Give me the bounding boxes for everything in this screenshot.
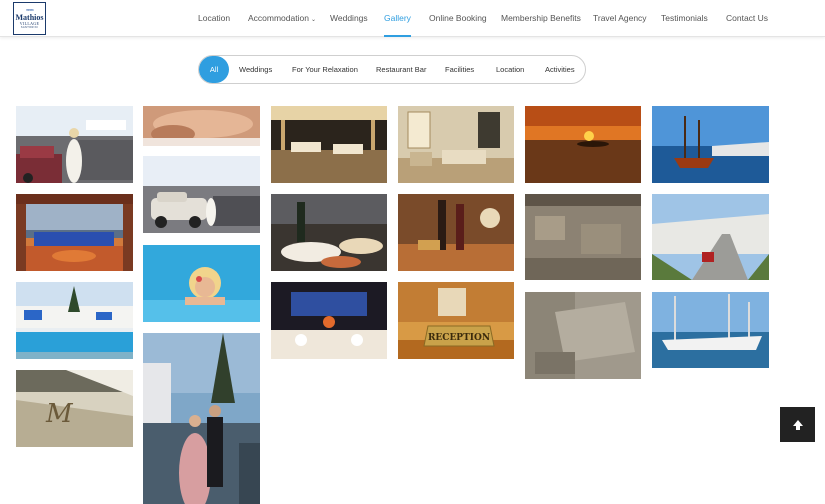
filter-facilities[interactable]: Facilities [445, 56, 474, 83]
nav-location[interactable]: Location [198, 0, 230, 37]
photo-pool [16, 282, 133, 359]
nav-label: Membership Benefits [501, 13, 581, 23]
filter-weddings[interactable]: Weddings [239, 56, 272, 83]
photo-lobby [398, 106, 514, 183]
gallery-photo-buffet-wine[interactable] [271, 194, 387, 271]
photo-hotel-sign: M [16, 370, 133, 447]
photo-catamaran [652, 292, 769, 368]
nav-weddings[interactable]: Weddings [330, 0, 368, 37]
filter-restaurant-bar[interactable]: Restaurant Bar [376, 56, 426, 83]
gallery-photo-dinner-by-pool[interactable] [271, 282, 387, 359]
photo-buffet [271, 194, 387, 271]
photo-excavation [525, 292, 641, 379]
nav-contact-us[interactable]: Contact Us [726, 0, 768, 37]
gallery-photo-massage[interactable] [143, 106, 260, 146]
photo-vintage-car [143, 156, 260, 233]
back-to-top-button[interactable] [780, 407, 815, 442]
logo-tiny: SANTORINI [20, 26, 39, 29]
gallery-photo-wedding-car-bride[interactable] [16, 106, 133, 183]
reception-sign-text: RECEPTION [428, 333, 490, 343]
nav-label: Travel Agency [593, 13, 647, 23]
photo-sunset [525, 106, 641, 183]
nav-label: Gallery [384, 13, 411, 23]
nav-gallery[interactable]: Gallery [384, 0, 411, 37]
nav-label: Accommodation [248, 13, 309, 23]
photo-ruins [525, 194, 641, 280]
photo-reception: RECEPTION [398, 282, 514, 359]
gallery-photo-hotel-sign-logo[interactable]: M [16, 370, 133, 447]
nav-accommodation[interactable]: Accommodation ⌄ [248, 0, 316, 37]
gallery-photo-sunset-terrace[interactable] [16, 194, 133, 271]
gallery-photo-reception[interactable]: RECEPTION [398, 282, 514, 359]
nav-label: Weddings [330, 13, 368, 23]
nav-label: Contact Us [726, 13, 769, 23]
photo-island-road [652, 194, 769, 280]
gallery-photo-woman-in-pool[interactable] [143, 245, 260, 322]
gallery-photo-catamaran[interactable] [652, 292, 769, 368]
photo-couple [143, 333, 260, 504]
gallery-photo-lobby-lounge[interactable] [398, 106, 514, 183]
nav-online-booking[interactable]: Online Booking [429, 0, 487, 37]
top-navbar: ≈≈≈ Mathios VILLAGE SANTORINI Location A… [0, 0, 825, 37]
photo-sunset-terrace [16, 194, 133, 271]
gallery-photo-pool-windmill[interactable] [16, 282, 133, 359]
nav-label: Online Booking [429, 13, 487, 23]
photo-ship [652, 106, 769, 183]
sign-script-text: M [45, 399, 74, 429]
gallery-photo-wine-bottles[interactable] [398, 194, 514, 271]
gallery-photo-island-road-scooter[interactable] [652, 194, 769, 280]
mathios-village-logo[interactable]: ≈≈≈ Mathios VILLAGE SANTORINI [13, 2, 46, 35]
gallery-filter-bar: All Weddings For Your Relaxation Restaur… [198, 55, 586, 84]
gallery-photo-restaurant-terrace-night[interactable] [271, 106, 387, 183]
photo-pool-woman [143, 245, 260, 322]
arrow-up-icon [792, 419, 803, 430]
gallery-photo-sunset-sea[interactable] [525, 106, 641, 183]
nav-testimonials[interactable]: Testimonials [661, 0, 708, 37]
gallery-photo-sailing-ship[interactable] [652, 106, 769, 183]
photo-restaurant-night [271, 106, 387, 183]
gallery-photo-excavation-site[interactable] [525, 292, 641, 379]
nav-travel-agency[interactable]: Travel Agency [593, 0, 647, 37]
filter-location[interactable]: Location [496, 56, 524, 83]
photo-wine [398, 194, 514, 271]
filter-relaxation[interactable]: For Your Relaxation [292, 56, 358, 83]
nav-label: Location [198, 13, 231, 23]
filter-all[interactable]: All [199, 56, 229, 83]
gallery-photo-vintage-car-bride[interactable] [143, 156, 260, 233]
chevron-down-icon: ⌄ [310, 17, 316, 23]
nav-label: Testimonials [661, 13, 708, 23]
gallery-photo-ancient-ruins[interactable] [525, 194, 641, 280]
filter-activities[interactable]: Activities [545, 56, 575, 83]
gallery-photo-couple-at-night[interactable] [143, 333, 260, 504]
photo-wedding-car [16, 106, 133, 183]
photo-dinner [271, 282, 387, 359]
nav-membership-benefits[interactable]: Membership Benefits [501, 0, 581, 37]
photo-massage [143, 106, 260, 146]
